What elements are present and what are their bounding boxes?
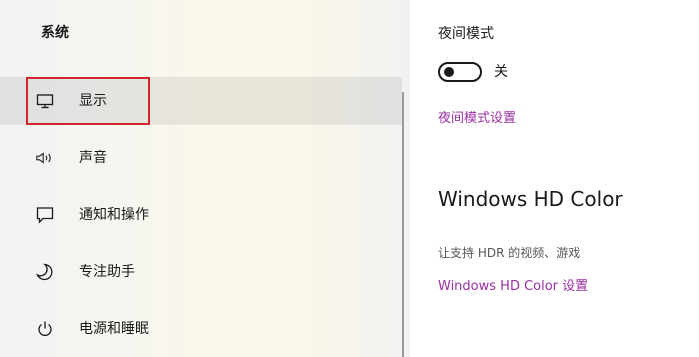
sidebar-scrollbar[interactable] xyxy=(402,92,404,357)
night-mode-title: 夜间模式 xyxy=(438,26,494,42)
night-mode-state-label: 关 xyxy=(494,64,508,80)
sidebar-item-label: 专注助手 xyxy=(79,264,135,280)
hd-color-settings-link[interactable]: Windows HD Color 设置 xyxy=(438,275,588,294)
moon-icon xyxy=(35,262,55,282)
night-mode-settings-link[interactable]: 夜间模式设置 xyxy=(438,107,516,126)
sidebar-item-label: 显示 xyxy=(79,93,107,109)
power-icon xyxy=(35,319,55,339)
monitor-icon xyxy=(35,91,55,111)
toggle-knob xyxy=(444,67,454,77)
sidebar-item-label: 声音 xyxy=(79,150,107,166)
hd-color-description: 让支持 HDR 的视频、游戏 xyxy=(438,246,581,260)
sidebar-item-sound[interactable]: 声音 xyxy=(0,134,402,182)
settings-sidebar: 系统 显示 声音 通知和操作 专注助手 电源和睡眠 xyxy=(0,0,410,357)
night-mode-toggle[interactable] xyxy=(438,62,482,82)
message-icon xyxy=(35,205,55,225)
sidebar-item-label: 电源和睡眠 xyxy=(79,321,149,337)
sidebar-item-focus-assist[interactable]: 专注助手 xyxy=(0,248,402,296)
display-settings-panel: 夜间模式 关 夜间模式设置 Windows HD Color 让支持 HDR 的… xyxy=(410,0,699,357)
sidebar-item-power-sleep[interactable]: 电源和睡眠 xyxy=(0,305,402,353)
hd-color-heading: Windows HD Color xyxy=(438,187,623,211)
sidebar-item-label: 通知和操作 xyxy=(79,207,149,223)
sidebar-item-notifications[interactable]: 通知和操作 xyxy=(0,191,402,239)
sidebar-item-display[interactable]: 显示 xyxy=(0,77,402,125)
speaker-icon xyxy=(35,148,55,168)
sidebar-title: 系统 xyxy=(41,25,69,41)
